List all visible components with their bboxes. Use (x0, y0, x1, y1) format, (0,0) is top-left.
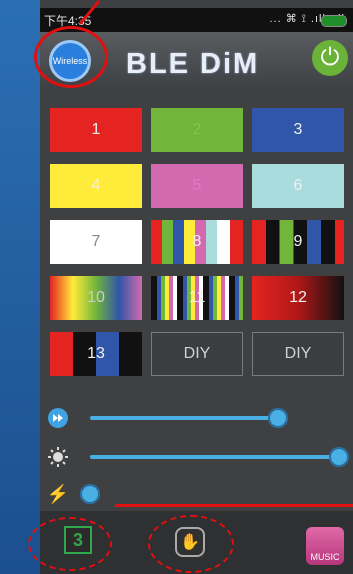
mode-button-11[interactable]: 11 (151, 276, 243, 320)
music-button[interactable]: MUSIC (306, 527, 344, 565)
brightness-track (90, 455, 340, 459)
power-thumb[interactable] (80, 484, 100, 504)
battery-icon (321, 15, 347, 27)
bottom-bar: 3 ✋ MUSIC (28, 511, 353, 574)
power-icon: ⏻ (320, 44, 340, 71)
mode-button-13[interactable]: 13 (50, 332, 142, 376)
speed-track (90, 416, 280, 420)
diy-button-2[interactable]: DIY (252, 332, 344, 376)
mode-button-7[interactable]: 7 (50, 220, 142, 264)
mode-button-12[interactable]: 12 (252, 276, 344, 320)
annotation-ellipse (28, 517, 112, 571)
annotation-line (115, 504, 353, 507)
mode-button-4[interactable]: 4 (50, 164, 142, 208)
mode-button-8[interactable]: 8 (151, 220, 243, 264)
power-button[interactable]: ⏻ (312, 40, 348, 76)
mode-button-9[interactable]: 9 (252, 220, 344, 264)
speed-slider[interactable] (40, 404, 353, 432)
lightning-icon: ⚡ (46, 483, 70, 504)
mode-button-3[interactable]: 3 (252, 108, 344, 152)
brightness-slider[interactable] (40, 443, 353, 471)
brightness-icon (47, 446, 69, 468)
annotation-ellipse (34, 26, 108, 88)
mode-button-10[interactable]: 10 (50, 276, 142, 320)
side-background (0, 0, 40, 574)
app-window: 下午4:35 ... ⌘ ⟟ .ıll .ıll Wireless BLE Di… (28, 0, 353, 574)
speed-icon (47, 407, 69, 429)
brightness-thumb[interactable] (329, 447, 349, 467)
app-title: BLE DiM (126, 48, 260, 80)
mode-button-1[interactable]: 1 (50, 108, 142, 152)
diy-button-1[interactable]: DIY (151, 332, 243, 376)
speed-thumb[interactable] (268, 408, 288, 428)
mode-button-2[interactable]: 2 (151, 108, 243, 152)
mode-button-5[interactable]: 5 (151, 164, 243, 208)
mode-button-6[interactable]: 6 (252, 164, 344, 208)
annotation-ellipse (148, 515, 234, 573)
